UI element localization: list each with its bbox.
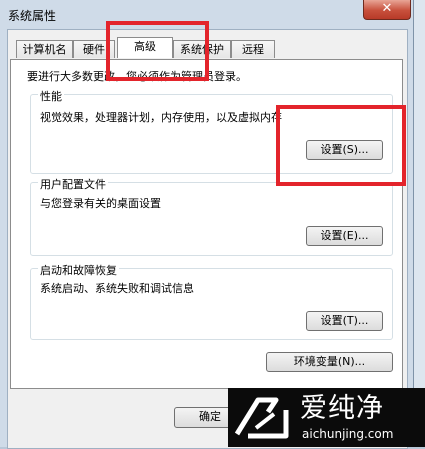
watermark-name: 爱纯净 [300,393,384,424]
environment-variables-button[interactable]: 环境变量(N)... [266,352,393,372]
watermark-logo-icon [234,397,289,439]
performance-description: 视觉效果，处理器计划，内存使用，以及虚拟内存 [40,111,282,124]
highlight-performance-settings [276,105,406,186]
watermark-badge: 爱纯净 aichunjing.com [228,388,425,447]
startup-recovery-settings-button[interactable]: 设置(T)... [306,311,383,331]
performance-title: 性能 [38,88,64,104]
tab-computer-name[interactable]: 计算机名 [16,40,73,58]
window-title: 系统属性 [8,9,57,23]
user-profiles-title: 用户配置文件 [38,176,108,192]
user-profiles-settings-button[interactable]: 设置(E)... [306,226,383,246]
user-profiles-description: 与您登录有关的桌面设置 [40,197,161,210]
startup-recovery-title: 启动和故障恢复 [38,262,119,278]
background-scrollbar [414,0,425,447]
startup-recovery-description: 系统启动、系统失败和调试信息 [40,282,194,295]
tab-remote[interactable]: 远程 [231,40,275,58]
highlight-advanced-tab [106,21,209,81]
close-button[interactable]: ✕ [363,0,411,20]
watermark-url: aichunjing.com [302,427,394,441]
